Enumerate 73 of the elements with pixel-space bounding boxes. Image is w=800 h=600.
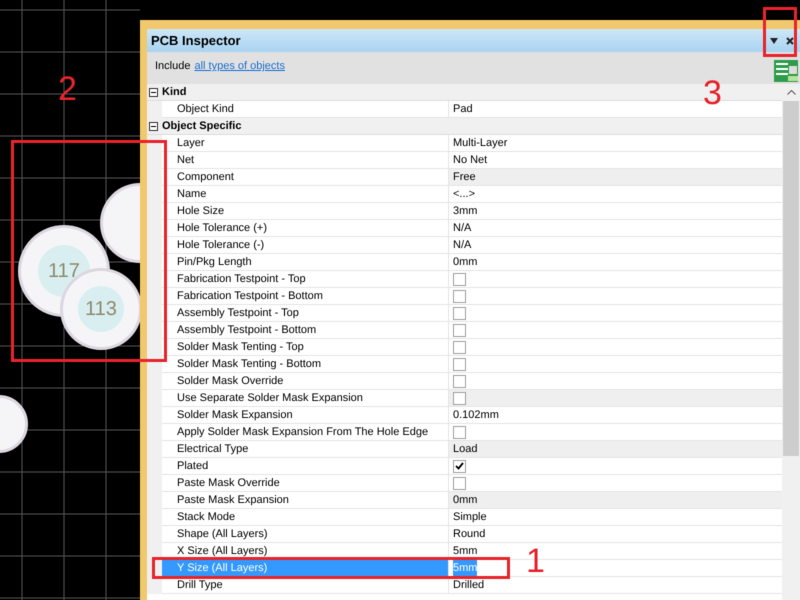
property-value: Free: [453, 170, 476, 185]
checkbox[interactable]: [453, 340, 466, 354]
dropdown-icon[interactable]: [770, 38, 778, 44]
property-value: Pad: [453, 102, 473, 117]
property-name: Pin/Pkg Length: [162, 254, 449, 271]
property-name: Use Separate Solder Mask Expansion: [162, 390, 449, 407]
property-name: Fabrication Testpoint - Top: [162, 271, 449, 288]
close-icon[interactable]: [786, 36, 794, 44]
checkbox[interactable]: [453, 392, 466, 404]
collapse-icon[interactable]: [149, 122, 158, 130]
annotation-number: 2: [58, 72, 77, 106]
property-name: Solder Mask Tenting - Bottom: [162, 356, 449, 373]
property-name: Shape (All Layers): [162, 526, 449, 543]
checkbox[interactable]: [453, 460, 466, 472]
property-name: Solder Mask Tenting - Top: [162, 339, 449, 356]
property-value: 5mm: [453, 544, 478, 559]
property-name: Net: [162, 152, 449, 169]
category-title: Kind: [162, 84, 186, 100]
property-value: 0.102mm: [453, 408, 499, 423]
property-value: 5mm: [453, 560, 478, 576]
property-value: 0mm: [453, 254, 478, 270]
category-header[interactable]: Object Specific: [147, 118, 782, 135]
property-name: Assembly Testpoint - Top: [162, 305, 449, 322]
property-name: Hole Size: [162, 203, 449, 220]
annotation-frame: [763, 7, 797, 57]
include-label: Include: [155, 59, 190, 74]
checkbox[interactable]: [453, 324, 466, 336]
category-title: Object Specific: [162, 118, 242, 134]
property-name: Fabrication Testpoint - Bottom: [162, 288, 449, 305]
property-name: Layer: [162, 135, 449, 152]
property-name: Apply Solder Mask Expansion From The Hole Edge: [162, 424, 449, 441]
checkbox[interactable]: [453, 306, 466, 320]
property-value: Multi-Layer: [453, 136, 508, 151]
property-name: Assembly Testpoint - Bottom: [162, 322, 449, 339]
checkbox[interactable]: [453, 272, 466, 286]
checkbox[interactable]: [453, 374, 466, 388]
panel-title: PCB Inspector: [151, 32, 242, 50]
checkmark-icon: [455, 462, 464, 470]
property-name: Hole Tolerance (+): [162, 220, 449, 237]
property-value: 0mm: [453, 492, 478, 508]
property-name: Name: [162, 186, 449, 203]
property-name: Component: [162, 169, 449, 186]
property-value: Load: [453, 442, 478, 457]
pad-number: 117: [48, 259, 80, 284]
property-value: N/A: [453, 220, 472, 236]
property-name: Hole Tolerance (-): [162, 237, 449, 254]
property-value: Round: [453, 526, 486, 542]
property-name: Plated: [162, 458, 449, 475]
checkbox[interactable]: [453, 426, 466, 438]
property-value: Simple: [453, 510, 487, 525]
property-name: Solder Mask Expansion: [162, 407, 449, 424]
property-value: 3mm: [453, 204, 478, 219]
scrollbar-thumb[interactable]: [783, 101, 799, 456]
property-name: Solder Mask Override: [162, 373, 449, 390]
property-value: No Net: [453, 152, 488, 168]
checkbox[interactable]: [453, 290, 466, 302]
pcb-board-icon[interactable]: [774, 60, 798, 82]
property-name: Electrical Type: [162, 441, 449, 458]
property-name: Stack Mode: [162, 509, 449, 526]
checkbox[interactable]: [453, 358, 466, 370]
object-type-link[interactable]: all types of objects: [194, 58, 770, 74]
property-value: N/A: [453, 238, 472, 253]
property-name: Y Size (All Layers): [162, 560, 449, 577]
property-name: Paste Mask Override: [162, 475, 449, 492]
property-name: Object Kind: [162, 101, 449, 118]
pad-number: 113: [85, 297, 117, 322]
checkbox[interactable]: [453, 476, 466, 490]
property-value: Drilled: [453, 578, 484, 593]
scrollbar[interactable]: [782, 84, 800, 600]
scroll-up-icon[interactable]: [786, 90, 796, 95]
collapse-icon[interactable]: [149, 88, 158, 96]
property-name: Paste Mask Expansion: [162, 492, 449, 509]
property-value: <...>: [453, 186, 476, 202]
